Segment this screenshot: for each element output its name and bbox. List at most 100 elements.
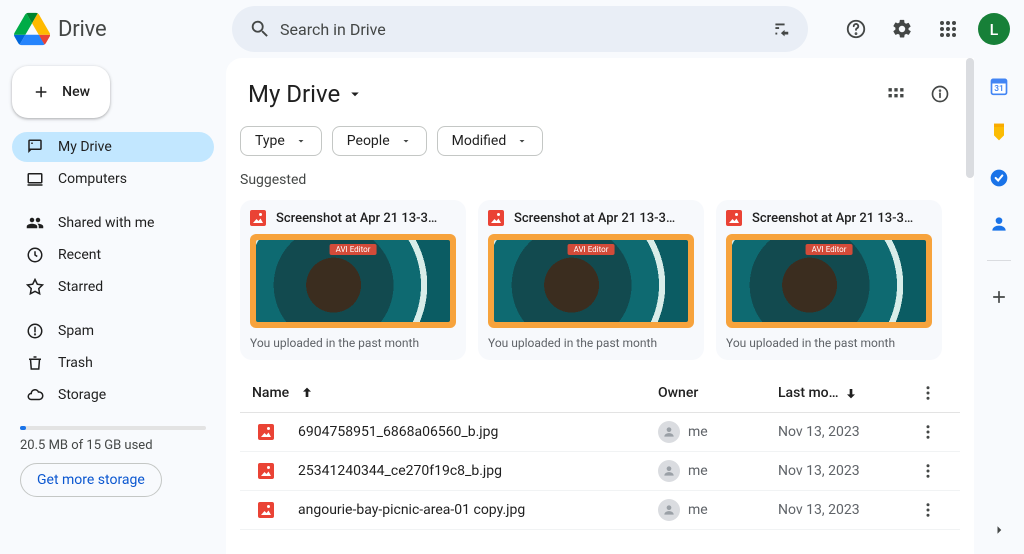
row-more-button[interactable] [908, 462, 948, 480]
owner-avatar-icon [658, 499, 680, 521]
sidebar-item-label: Storage [58, 387, 106, 403]
drive-logo-icon [14, 11, 50, 47]
search-placeholder: Search in Drive [280, 20, 760, 39]
calendar-icon[interactable]: 31 [989, 76, 1009, 96]
suggested-card[interactable]: Screenshot at Apr 21 13-3… AVI Editor Yo… [716, 200, 942, 360]
suggested-label: Suggested [240, 172, 960, 188]
owner-avatar-icon [658, 460, 680, 482]
owner-name: me [688, 463, 708, 479]
brand[interactable]: Drive [14, 11, 224, 47]
image-file-icon [726, 210, 742, 226]
table-header: Name Owner Last mo… [240, 374, 960, 413]
column-modified[interactable]: Last mo… [778, 385, 908, 401]
owner-name: me [688, 502, 708, 518]
image-file-icon [258, 463, 274, 479]
card-subtitle: You uploaded in the past month [488, 336, 694, 350]
file-name: 25341240344_ce270f19c8_b.jpg [298, 463, 502, 479]
info-icon[interactable] [920, 74, 960, 114]
storage-bar [20, 426, 206, 430]
header-actions: L [836, 9, 1010, 49]
sidebar-item-my-drive[interactable]: My Drive [12, 132, 214, 162]
add-tool-icon[interactable] [989, 287, 1009, 307]
owner-avatar-icon [658, 421, 680, 443]
keep-icon[interactable] [989, 122, 1009, 142]
sidebar-item-label: Computers [58, 171, 127, 187]
plus-icon [32, 82, 50, 102]
apps-icon[interactable] [928, 9, 968, 49]
image-file-icon [258, 502, 274, 518]
more-vert-icon [919, 501, 937, 519]
card-title: Screenshot at Apr 21 13-3… [752, 211, 932, 226]
computers-icon [26, 170, 46, 188]
sidebar-item-label: Trash [58, 355, 93, 371]
card-subtitle: You uploaded in the past month [250, 336, 456, 350]
suggested-card[interactable]: Screenshot at Apr 21 13-3… AVI Editor Yo… [478, 200, 704, 360]
modified-date: Nov 13, 2023 [778, 463, 908, 479]
column-name[interactable]: Name [252, 385, 658, 401]
card-subtitle: You uploaded in the past month [726, 336, 932, 350]
side-panel: 31 [974, 58, 1024, 554]
star-icon [26, 278, 46, 296]
thumbnail: AVI Editor [488, 234, 694, 328]
trash-icon [26, 354, 46, 372]
table-row[interactable]: 6904758951_6868a06560_b.jpg me Nov 13, 2… [240, 413, 960, 452]
page-title: My Drive [248, 80, 340, 108]
sidebar-item-recent[interactable]: Recent [12, 240, 214, 270]
new-button-label: New [62, 84, 90, 100]
filter-chip-type[interactable]: Type [240, 126, 322, 156]
layout-toggle-icon[interactable] [876, 74, 916, 114]
settings-icon[interactable] [882, 9, 922, 49]
row-more-button[interactable] [908, 423, 948, 441]
scrollbar[interactable] [966, 58, 974, 178]
contacts-icon[interactable] [989, 214, 1009, 234]
header: Drive Search in Drive L [0, 0, 1024, 58]
sidebar-item-starred[interactable]: Starred [12, 272, 214, 302]
sidebar-item-trash[interactable]: Trash [12, 348, 214, 378]
sidebar-item-label: Starred [58, 279, 103, 295]
suggested-row: Screenshot at Apr 21 13-3… AVI Editor Yo… [240, 200, 960, 360]
image-file-icon [250, 210, 266, 226]
more-vert-icon [919, 423, 937, 441]
modified-date: Nov 13, 2023 [778, 424, 908, 440]
thumbnail: AVI Editor [726, 234, 932, 328]
new-button[interactable]: New [12, 66, 110, 118]
breadcrumb-title[interactable]: My Drive [240, 76, 372, 112]
sidebar-item-shared[interactable]: Shared with me [12, 208, 214, 238]
owner-name: me [688, 424, 708, 440]
collapse-panel-icon[interactable] [983, 514, 1015, 546]
sidebar-item-storage[interactable]: Storage [12, 380, 214, 410]
sidebar-item-label: My Drive [58, 139, 112, 155]
file-name: 6904758951_6868a06560_b.jpg [298, 424, 498, 440]
thumbnail: AVI Editor [250, 234, 456, 328]
image-file-icon [488, 210, 504, 226]
main-content: My Drive Type People Modified Suggested … [226, 58, 974, 554]
table-row[interactable]: angourie-bay-picnic-area-01 copy.jpg me … [240, 491, 960, 530]
sidebar-item-label: Recent [58, 247, 101, 263]
suggested-card[interactable]: Screenshot at Apr 21 13-3… AVI Editor Yo… [240, 200, 466, 360]
search-icon [240, 18, 280, 40]
sidebar-item-spam[interactable]: Spam [12, 316, 214, 346]
sidebar-item-computers[interactable]: Computers [12, 164, 214, 194]
account-avatar[interactable]: L [978, 13, 1010, 45]
svg-text:31: 31 [994, 84, 1004, 94]
help-icon[interactable] [836, 9, 876, 49]
spam-icon [26, 322, 46, 340]
table-row[interactable]: 25341240344_ce270f19c8_b.jpg me Nov 13, … [240, 452, 960, 491]
shared-icon [26, 214, 46, 232]
file-name: angourie-bay-picnic-area-01 copy.jpg [298, 502, 525, 518]
cloud-icon [26, 386, 46, 404]
sidebar-item-label: Spam [58, 323, 94, 339]
filter-chip-modified[interactable]: Modified [437, 126, 544, 156]
column-more[interactable] [908, 384, 948, 402]
brand-name: Drive [58, 17, 106, 42]
tasks-icon[interactable] [989, 168, 1009, 188]
search-options-icon[interactable] [760, 9, 800, 49]
caret-down-icon [295, 135, 307, 147]
image-file-icon [258, 424, 274, 440]
arrow-up-icon [299, 385, 315, 401]
filter-chip-people[interactable]: People [332, 126, 427, 156]
column-owner[interactable]: Owner [658, 385, 778, 401]
row-more-button[interactable] [908, 501, 948, 519]
search-bar[interactable]: Search in Drive [232, 6, 808, 52]
get-more-storage-button[interactable]: Get more storage [20, 463, 162, 497]
